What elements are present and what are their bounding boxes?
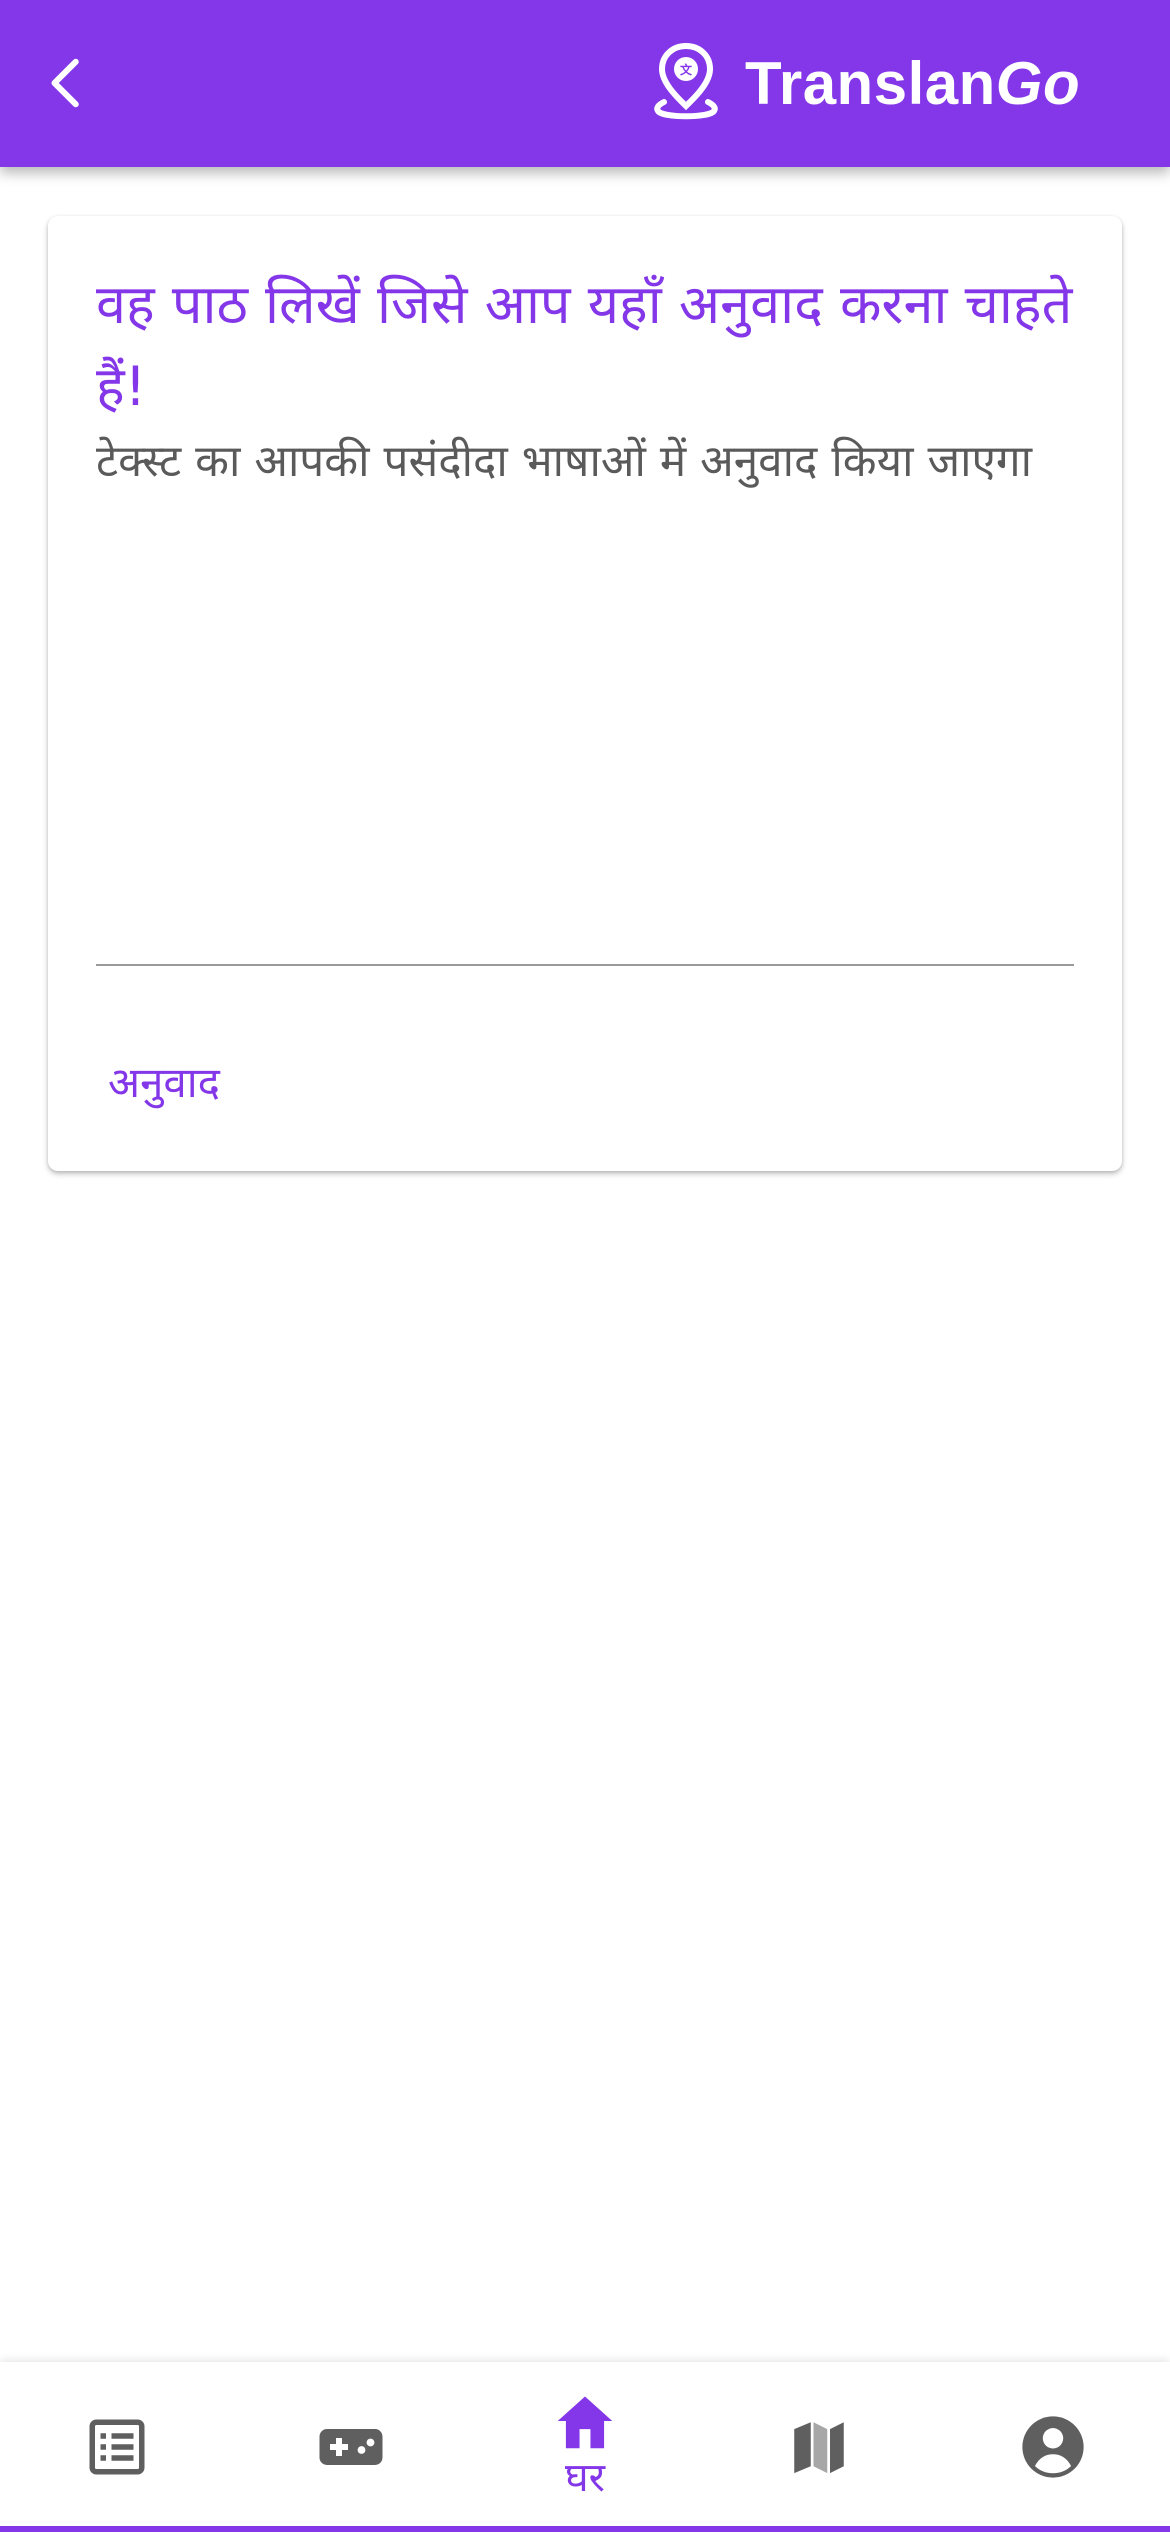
map-icon — [794, 2422, 844, 2474]
translation-input[interactable] — [96, 586, 1074, 966]
app-title: Translan Go — [745, 42, 1080, 124]
card-title: वह पाठ लिखें जिसे आप यहाँ अनुवाद करना चा… — [96, 273, 1073, 418]
svg-text:文: 文 — [680, 62, 693, 77]
translate-card: वह पाठ लिखें जिसे आप यहाँ अनुवाद करना चा… — [48, 216, 1122, 1171]
location-translate-icon: 文 — [654, 42, 718, 120]
nav-label-home: घर — [565, 2455, 605, 2501]
home-icon — [557, 2396, 613, 2449]
nav-item-map[interactable] — [702, 2362, 936, 2532]
translate-button[interactable]: अनुवाद — [96, 1036, 232, 1126]
account-circle-icon — [1022, 2416, 1084, 2478]
list-icon — [89, 2419, 145, 2475]
app-title-prefix: Translan — [745, 49, 996, 117]
nav-item-list[interactable] — [0, 2362, 234, 2532]
app-logo: 文 — [650, 42, 722, 124]
chevron-left-icon — [51, 58, 79, 108]
nav-item-profile[interactable] — [936, 2362, 1170, 2532]
nav-item-games[interactable] — [234, 2362, 468, 2532]
back-button[interactable] — [22, 38, 112, 128]
nav-item-home[interactable]: घर — [468, 2362, 702, 2532]
bottom-edge-divider — [0, 2526, 1170, 2532]
app-bar: 文 Translan Go — [0, 0, 1170, 167]
app-title-suffix: Go — [995, 49, 1081, 117]
bottom-nav: घर — [0, 2362, 1170, 2532]
gamepad-icon — [319, 2429, 383, 2465]
card-subtitle: टेक्स्ट का आपकी पसंदीदा भाषाओं में अनुवा… — [96, 436, 1033, 487]
